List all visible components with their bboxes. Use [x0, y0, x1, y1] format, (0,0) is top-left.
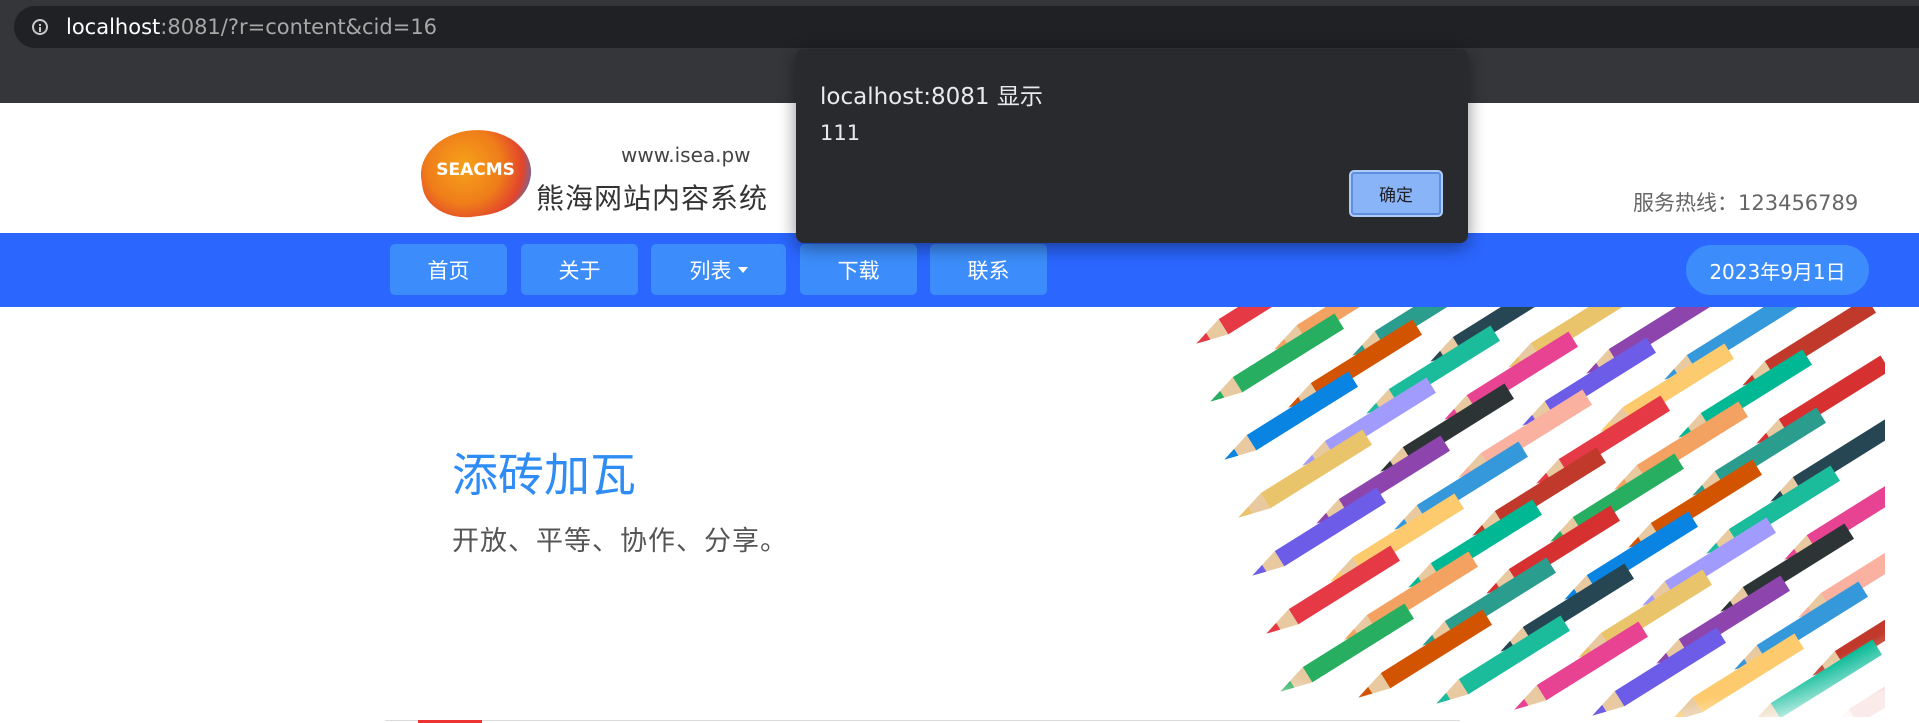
- content-divider: [385, 720, 1460, 721]
- address-bar[interactable]: localhost :8081/?r=content&cid=16: [14, 6, 1919, 48]
- seacms-logo[interactable]: SEACMS: [415, 122, 537, 224]
- nav-download-button[interactable]: 下载: [800, 244, 917, 295]
- info-icon[interactable]: [32, 19, 48, 35]
- main-navbar: 首页 关于 列表 下载 联系 2023年9月1日: [0, 233, 1919, 307]
- nav-home-button[interactable]: 首页: [390, 244, 507, 295]
- hero-banner: 添砖加瓦 开放、平等、协作、分享。: [0, 307, 1919, 717]
- url-host: localhost: [66, 15, 161, 39]
- logo-site-name: 熊海网站内容系统: [536, 182, 769, 215]
- nav-list-dropdown[interactable]: 列表: [651, 244, 786, 295]
- caret-down-icon: [737, 266, 748, 273]
- service-hotline: 服务热线：123456789: [1633, 191, 1859, 215]
- nav-list-label: 列表: [689, 258, 732, 283]
- alert-message: 111: [820, 121, 861, 145]
- alert-ok-button[interactable]: 确定: [1349, 170, 1443, 217]
- banner-title: 添砖加瓦: [452, 448, 636, 502]
- nav-about-button[interactable]: 关于: [521, 244, 638, 295]
- colored-pencils-image: [1125, 307, 1885, 717]
- url-path: :8081/?r=content&cid=16: [160, 15, 438, 39]
- logo-url: www.isea.pw: [621, 143, 751, 167]
- nav-home-label: 首页: [427, 258, 470, 283]
- banner-subtitle: 开放、平等、协作、分享。: [452, 526, 788, 557]
- nav-about-label: 关于: [558, 258, 601, 283]
- logo-badge-text: SEACMS: [436, 160, 515, 181]
- alert-dialog: localhost:8081 显示 111 确定: [796, 49, 1468, 243]
- alert-title: localhost:8081 显示: [820, 84, 1043, 110]
- nav-contact-button[interactable]: 联系: [930, 244, 1047, 295]
- nav-contact-label: 联系: [967, 258, 1010, 283]
- nav-download-label: 下载: [837, 258, 880, 283]
- date-badge: 2023年9月1日: [1686, 245, 1869, 295]
